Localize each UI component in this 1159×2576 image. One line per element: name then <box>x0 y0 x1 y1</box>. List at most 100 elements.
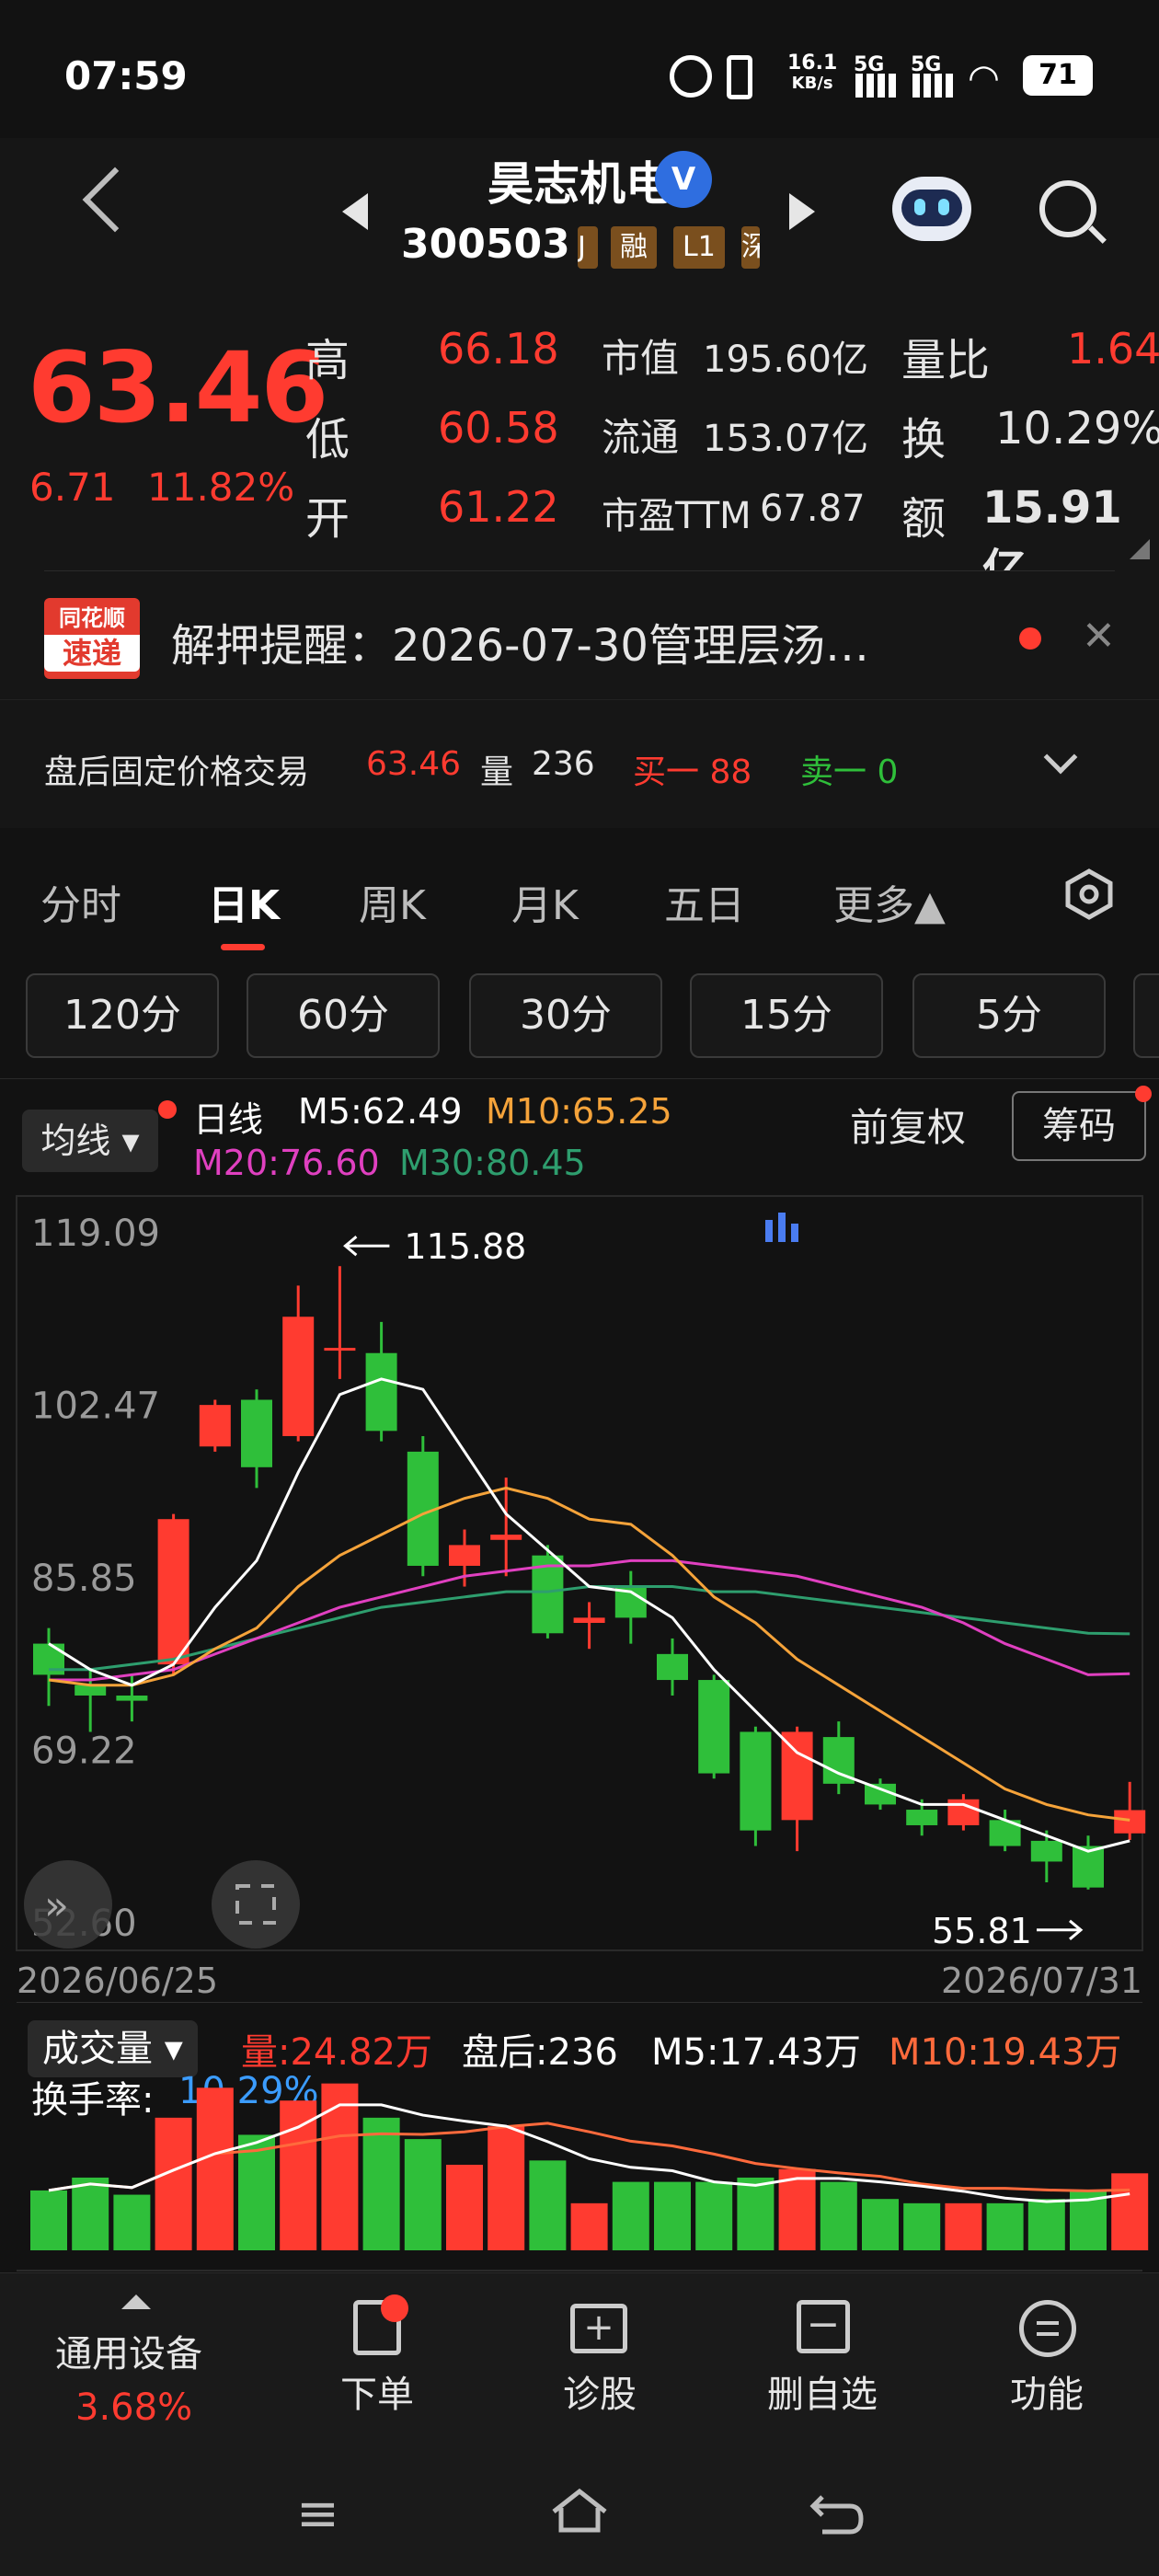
minute-more-button[interactable] <box>1133 973 1159 1058</box>
pe-value: 67.87 <box>760 488 866 530</box>
remove-fav-button[interactable]: 删自选 <box>767 2364 878 2418</box>
ma10-line <box>48 1486 1130 1822</box>
after-hours-vol-label: 量 <box>480 753 514 791</box>
alert-text[interactable]: 解押提醒：2026-07-30管理层汤… <box>171 609 869 673</box>
volume-bar <box>72 2177 109 2250</box>
unread-dot <box>1019 627 1041 650</box>
candle-body <box>116 1695 148 1701</box>
volume-bar <box>196 2087 234 2250</box>
after-hours-label: 盘后固定价格交易 <box>44 753 310 791</box>
robot-assistant-icon[interactable] <box>892 177 971 241</box>
min-price-label: 55.81 <box>932 1911 1032 1951</box>
industry-label[interactable]: 通用设备 <box>55 2324 202 2377</box>
volume-bar <box>903 2202 941 2250</box>
amount-label: 额 <box>901 493 947 545</box>
y-tick-label: 119.09 <box>31 1213 160 1255</box>
volume-bar <box>321 2083 359 2250</box>
volume-bar <box>945 2202 982 2250</box>
candle-body <box>698 1680 730 1774</box>
tab-more[interactable]: 更多▲ <box>833 872 946 931</box>
sell1: 卖一 0 <box>800 753 899 791</box>
menu-nav-icon[interactable]: ≡ <box>296 2484 339 2544</box>
volume-bar <box>529 2160 567 2250</box>
functions-icon[interactable] <box>1019 2300 1076 2357</box>
diagnose-button[interactable]: 诊股 <box>563 2364 637 2418</box>
chevron-up-icon[interactable] <box>121 2294 151 2309</box>
price-change: 6.71 <box>29 465 116 510</box>
volume-bar <box>862 2199 899 2250</box>
tag-l1[interactable]: L1 <box>673 226 725 269</box>
order-button[interactable]: 下单 <box>340 2364 414 2418</box>
close-icon[interactable]: ✕ <box>1082 613 1116 660</box>
order-dot <box>381 2294 408 2322</box>
tab-five-day[interactable]: 五日 <box>664 872 745 931</box>
minute-15-button[interactable]: 15分 <box>690 973 883 1058</box>
volume-bar <box>986 2202 1024 2250</box>
vibrate-icon <box>727 55 752 99</box>
stock-name: 昊志机电 <box>488 157 671 211</box>
minute-30-button[interactable]: 30分 <box>469 973 662 1058</box>
minute-5-button[interactable]: 5分 <box>912 973 1106 1058</box>
tab-intraday[interactable]: 分时 <box>40 872 121 931</box>
y-tick-label: 85.85 <box>31 1558 137 1600</box>
chips-button[interactable]: 筹码 <box>1012 1091 1146 1161</box>
volume-bar <box>404 2139 442 2250</box>
wifi-icon: ◠ <box>968 57 1000 99</box>
candlestick-chart[interactable]: 119.09102.4785.8569.2252.60115.8855.81»2… <box>0 1187 1159 1996</box>
clock: 07:59 <box>64 53 188 98</box>
remove-fav-icon[interactable]: − <box>797 2300 850 2353</box>
y-tick-label: 69.22 <box>31 1731 137 1773</box>
ma-menu-button[interactable]: 均线 ▾ <box>22 1110 158 1172</box>
minute-120-button[interactable]: 120分 <box>26 973 219 1058</box>
ma30-label: M30:80.45 <box>399 1143 586 1183</box>
diagnose-icon[interactable]: + <box>570 2304 627 2353</box>
tag-margin[interactable]: 融 <box>611 226 657 269</box>
battery-indicator: 71 <box>1023 55 1093 96</box>
volume-bar <box>737 2177 775 2250</box>
functions-button[interactable]: 功能 <box>1010 2364 1084 2418</box>
tag-sz[interactable]: 深 <box>741 226 760 269</box>
stats-icon <box>791 1224 798 1242</box>
next-stock-button[interactable] <box>789 193 815 230</box>
end-date-label: 2026/07/31 <box>941 1961 1142 1996</box>
volume-bar <box>30 2190 67 2250</box>
tab-daily-k[interactable]: 日K <box>208 872 280 931</box>
net-speed: 16.1 KB/s <box>787 52 838 94</box>
minute-60-button[interactable]: 60分 <box>247 973 440 1058</box>
fast-forward-icon: » <box>44 1882 69 1929</box>
period-tabs <box>0 828 1159 966</box>
home-nav-icon[interactable] <box>550 2488 609 2534</box>
candle-body <box>199 1405 231 1447</box>
volume-bar <box>695 2181 733 2250</box>
candle-body <box>282 1317 315 1436</box>
turnover-value: 10.29% <box>995 403 1159 454</box>
expand-corner-icon[interactable] <box>1130 539 1150 559</box>
volume-bar <box>155 2117 192 2250</box>
stats-icon <box>765 1220 773 1242</box>
settings-hex-icon[interactable] <box>1065 868 1113 920</box>
candle-body <box>157 1519 189 1665</box>
back-nav-icon[interactable] <box>809 2490 865 2536</box>
candle-body <box>573 1617 605 1624</box>
low-label: 低 <box>305 414 350 466</box>
float-value: 153.07亿 <box>703 418 868 460</box>
adjust-mode[interactable]: 前复权 <box>850 1097 966 1153</box>
volume-chart[interactable] <box>0 2061 1159 2272</box>
chips-dot <box>1135 1086 1152 1102</box>
mcap-label: 市值 <box>602 336 680 381</box>
stock-code: 300503 <box>401 221 570 268</box>
high-value: 66.18 <box>438 324 559 374</box>
candle-body <box>324 1348 356 1351</box>
tab-monthly-k[interactable]: 月K <box>511 872 579 931</box>
industry-pct: 3.68% <box>75 2386 193 2429</box>
start-date-label: 2026/06/25 <box>17 1961 218 1996</box>
active-tab-indicator <box>221 944 265 950</box>
candle-body <box>906 1810 938 1825</box>
tag-j[interactable]: J <box>578 226 598 269</box>
verified-icon: V <box>655 151 712 208</box>
candle-body <box>781 1731 813 1821</box>
candle-body <box>657 1653 688 1681</box>
tab-weekly-k[interactable]: 周K <box>359 872 426 931</box>
float-label: 流通 <box>602 415 680 460</box>
after-hours-price: 63.46 <box>366 745 462 783</box>
